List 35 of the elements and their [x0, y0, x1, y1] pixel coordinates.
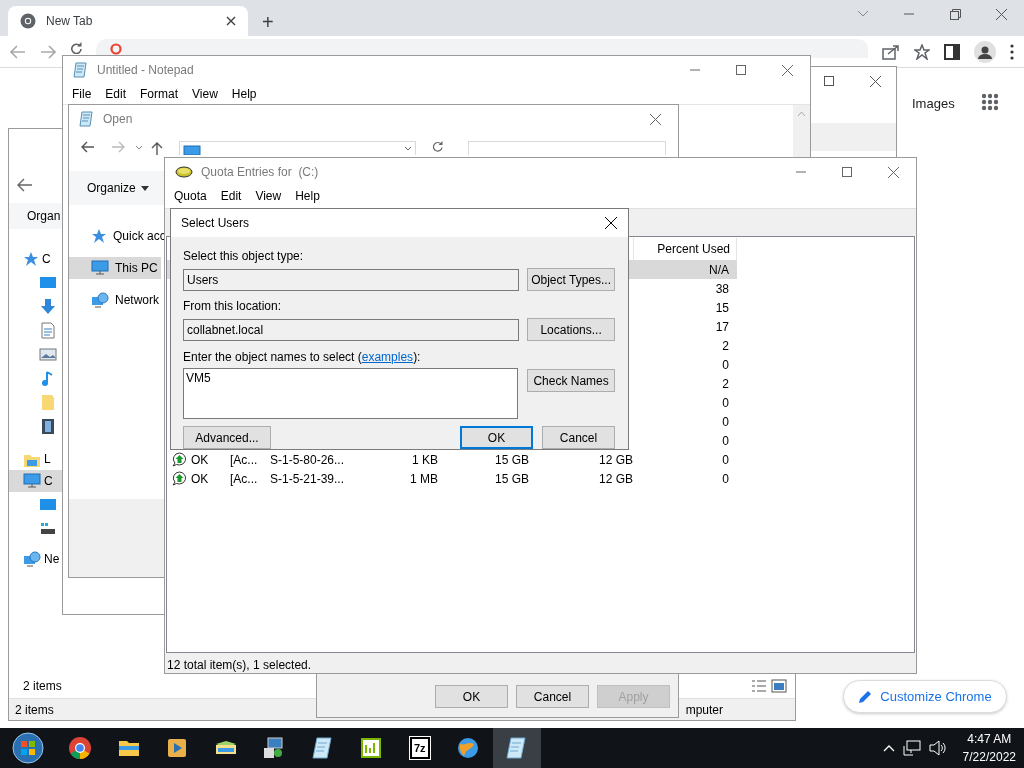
- clock-time: 4:47 AM: [966, 731, 1013, 748]
- table-cell: [Ac...: [230, 471, 258, 486]
- table-cell: 1 KB: [412, 452, 438, 467]
- clock-date: 7/22/2022: [962, 749, 1016, 766]
- read-only-field: Users: [183, 268, 520, 291]
- status-text: 2 items: [15, 701, 54, 719]
- table-cell: S-1-5-80-26...: [270, 452, 345, 467]
- field-label: Select this object type:: [183, 248, 305, 265]
- table-cell: N/A: [709, 262, 729, 277]
- table-cell-text: OK: [191, 451, 209, 469]
- table-cell-text: OK: [191, 470, 209, 488]
- table-cell: 12 GB: [598, 471, 633, 486]
- table-cell: 0: [722, 395, 729, 410]
- table-cell: 1 MB: [410, 471, 438, 486]
- window-title: Open: [103, 111, 133, 128]
- table-cell: S-1-5-21-39...: [270, 471, 345, 486]
- archive-app-icon: 7z: [409, 736, 430, 760]
- table-cell: 12 GB: [598, 452, 633, 467]
- table-cell: 0: [722, 471, 729, 486]
- table-cell: 15 GB: [494, 471, 529, 486]
- table-cell: 2: [722, 338, 729, 353]
- status-text: 12 total item(s), 1 selected.: [167, 657, 312, 673]
- field-label: From this location:: [183, 298, 283, 315]
- table-cell: 0: [722, 414, 729, 429]
- window-title: Untitled - Notepad: [97, 62, 194, 79]
- window-title: Select Users: [181, 215, 250, 232]
- item-count: 2 items: [23, 678, 62, 695]
- tab-title: New Tab: [46, 13, 94, 30]
- status-text: mputer: [685, 701, 723, 719]
- window-title: Quota Entries for (C:): [201, 164, 319, 181]
- table-cell: 15 GB: [494, 452, 529, 467]
- read-only-field: collabnet.local: [183, 318, 520, 341]
- table-cell: [Ac...: [230, 452, 258, 467]
- table-cell: 0: [722, 452, 729, 467]
- field-label: Enter the object names to select (examples):: [183, 349, 422, 366]
